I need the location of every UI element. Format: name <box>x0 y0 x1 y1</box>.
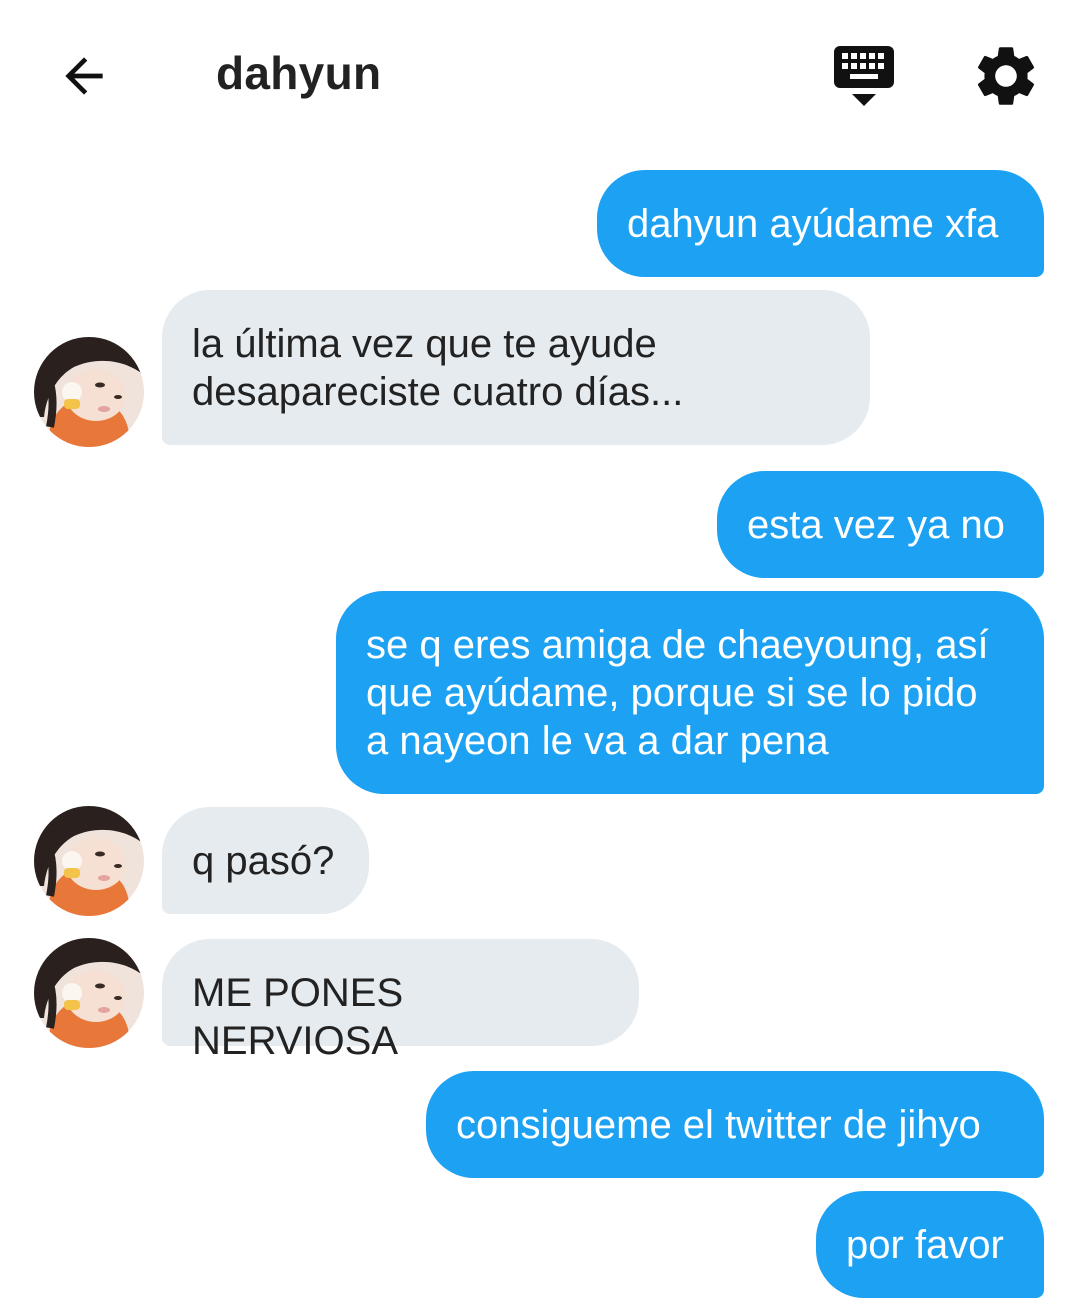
message-sent[interactable]: dahyun ayúdame xfa <box>597 170 1044 277</box>
hide-keyboard-button[interactable] <box>828 40 900 112</box>
message-sent[interactable]: se q eres amiga de chaeyoung, así que ay… <box>336 591 1044 794</box>
message-sent[interactable]: por favor <box>816 1191 1044 1298</box>
profile-photo <box>34 806 144 916</box>
message-sent[interactable]: esta vez ya no <box>717 471 1044 578</box>
chat-header: dahyun <box>0 0 1080 150</box>
message-received[interactable]: q pasó? <box>162 807 369 914</box>
gear-icon <box>977 47 1035 105</box>
message-received[interactable]: ME PONES NERVIOSA <box>162 939 639 1063</box>
profile-photo <box>34 938 144 1048</box>
back-button[interactable] <box>52 44 116 108</box>
avatar[interactable] <box>34 938 144 1048</box>
message-sent[interactable]: consigueme el twitter de jihyo <box>426 1071 1044 1178</box>
arrow-left-icon <box>65 57 103 95</box>
message-received[interactable]: la última vez que te ayude desapareciste… <box>162 290 870 445</box>
keyboard-hide-icon <box>834 46 894 106</box>
profile-photo <box>34 337 144 447</box>
settings-button[interactable] <box>970 40 1042 112</box>
avatar[interactable] <box>34 337 144 447</box>
conversation-title: dahyun <box>216 47 382 99</box>
avatar[interactable] <box>34 806 144 916</box>
